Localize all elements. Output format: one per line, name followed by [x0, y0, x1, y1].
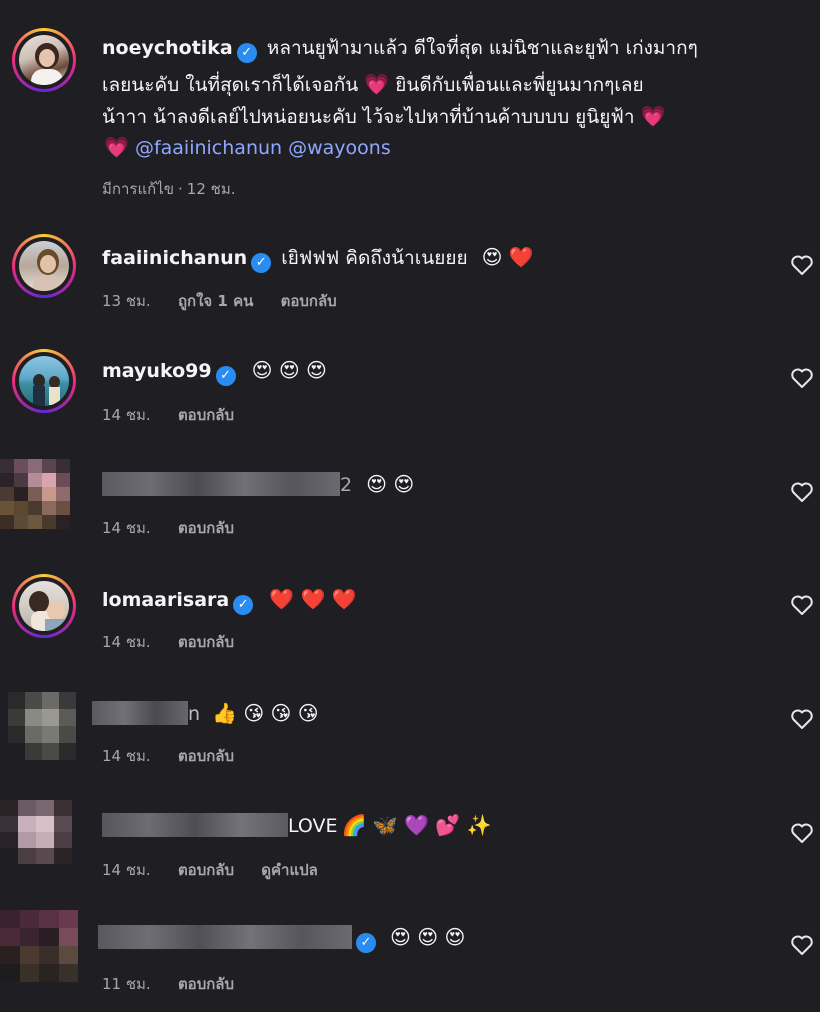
comment-row: ✓ 😍 😍 😍 11 ชม. ตอบกลับ — [0, 908, 820, 1008]
blurred-username[interactable] — [98, 925, 352, 949]
comment-row: mayuko99 ✓ 😍 😍 😍 14 ชม. ตอบกลับ — [0, 345, 820, 435]
verified-badge-icon: ✓ — [236, 43, 257, 63]
reply-button[interactable]: ตอบกลับ — [178, 747, 234, 765]
verified-badge-icon: ✓ — [215, 366, 236, 386]
heart-outline-icon[interactable] — [790, 481, 814, 503]
post-username[interactable]: noeychotika — [102, 37, 233, 59]
avatar[interactable] — [12, 234, 76, 298]
reply-button[interactable]: ตอบกลับ — [178, 519, 234, 537]
comment-text: lomaarisara ✓ ❤️ ❤️ ❤️ — [102, 584, 357, 616]
translate-link[interactable]: ดูคำแปล — [261, 861, 318, 879]
mention-link[interactable]: @faaiinichanun — [135, 137, 282, 159]
comment-username[interactable]: lomaarisara — [102, 589, 229, 611]
comment-row: LOVE 🌈 🦋 💜 💕 ✨ 14 ชม. ตอบกลับ ดูคำแปล — [0, 798, 820, 898]
caption-line-1: noeychotika ✓ หลานยูฟ้ามาแล้ว ดีใจที่สุด … — [102, 33, 698, 64]
comment-row: faaiinichanun ✓ เยิฟฟฟ คิดถึงน้าเนยยย 😍 ❤… — [0, 230, 820, 320]
avatar-blurred[interactable] — [0, 459, 70, 529]
comment-meta: 14 ชม. ตอบกลับ ดูคำแปล — [102, 861, 318, 879]
heart-emoji: 💗 — [364, 72, 390, 96]
reply-button[interactable]: ตอบกลับ — [178, 633, 234, 651]
avatar[interactable] — [12, 574, 76, 638]
comment-meta: 14 ชม. ตอบกลับ — [102, 519, 235, 537]
comment-row: lomaarisara ✓ ❤️ ❤️ ❤️ 14 ชม. ตอบกลับ — [0, 572, 820, 662]
blurred-username[interactable] — [102, 472, 340, 496]
comment-meta: 11 ชม. ตอบกลับ — [102, 975, 235, 993]
comment-username[interactable]: mayuko99 — [102, 360, 212, 382]
comment-text: mayuko99 ✓ 😍 😍 😍 — [102, 355, 327, 387]
heart-emoji: 💗 — [640, 104, 666, 128]
verified-badge-icon: ✓ — [251, 253, 272, 273]
heart-emoji: 💗 — [104, 135, 129, 159]
comment-text: 2 😍 😍 — [102, 469, 414, 501]
comment-text: ✓ 😍 😍 😍 — [98, 922, 465, 954]
blurred-username[interactable] — [102, 813, 288, 837]
verified-badge-icon: ✓ — [233, 595, 254, 615]
reply-button[interactable]: ตอบกลับ — [178, 975, 234, 993]
comment-row: n 👍 😘 😘 😘 14 ชม. ตอบกลับ — [0, 688, 820, 778]
comment-username[interactable]: faaiinichanun — [102, 247, 247, 269]
heart-outline-icon[interactable] — [790, 254, 814, 276]
comment-text: LOVE 🌈 🦋 💜 💕 ✨ — [102, 810, 492, 842]
comment-row: 2 😍 😍 14 ชม. ตอบกลับ — [0, 455, 820, 555]
heart-outline-icon[interactable] — [790, 367, 814, 389]
heart-outline-icon[interactable] — [790, 822, 814, 844]
avatar[interactable] — [12, 28, 76, 92]
verified-badge-icon: ✓ — [356, 933, 376, 953]
comment-meta: 14 ชม. ตอบกลับ — [102, 633, 235, 651]
caption-line-3: น้าาา น้าลงดีเลย์ไปหน่อยนะคับ ไว้จะไปหาท… — [102, 104, 666, 128]
reply-button[interactable]: ตอบกลับ — [281, 292, 337, 310]
reply-button[interactable]: ตอบกลับ — [178, 861, 234, 879]
comment-meta: 13 ชม. ถูกใจ 1 คน ตอบกลับ — [102, 292, 337, 310]
heart-outline-icon[interactable] — [790, 934, 814, 956]
post-caption: noeychotika ✓ หลานยูฟ้ามาแล้ว ดีใจที่สุด … — [0, 0, 820, 200]
comment-meta: 14 ชม. ตอบกลับ — [102, 747, 235, 765]
avatar-blurred[interactable] — [8, 692, 76, 760]
comment-text: n 👍 😘 😘 😘 — [92, 698, 319, 730]
comment-meta: 14 ชม. ตอบกลับ — [102, 406, 235, 424]
comment-text: faaiinichanun ✓ เยิฟฟฟ คิดถึงน้าเนยยย 😍 ❤… — [102, 242, 534, 274]
blurred-username[interactable] — [92, 701, 188, 725]
heart-outline-icon[interactable] — [790, 708, 814, 730]
likes-count[interactable]: ถูกใจ 1 คน — [178, 292, 253, 310]
post-meta: มีการแก้ไข · 12 ชม. — [102, 180, 236, 198]
reply-button[interactable]: ตอบกลับ — [178, 406, 234, 424]
avatar[interactable] — [12, 349, 76, 413]
caption-line-2: เลยนะคับ ในที่สุดเราก็ได้เจอกัน 💗 ยินดีก… — [102, 72, 644, 96]
heart-outline-icon[interactable] — [790, 594, 814, 616]
caption-mentions: 💗 @faaiinichanun @wayoons — [102, 132, 391, 164]
avatar-blurred[interactable] — [0, 800, 72, 864]
mention-link[interactable]: @wayoons — [288, 137, 391, 159]
avatar-blurred[interactable] — [0, 910, 78, 982]
